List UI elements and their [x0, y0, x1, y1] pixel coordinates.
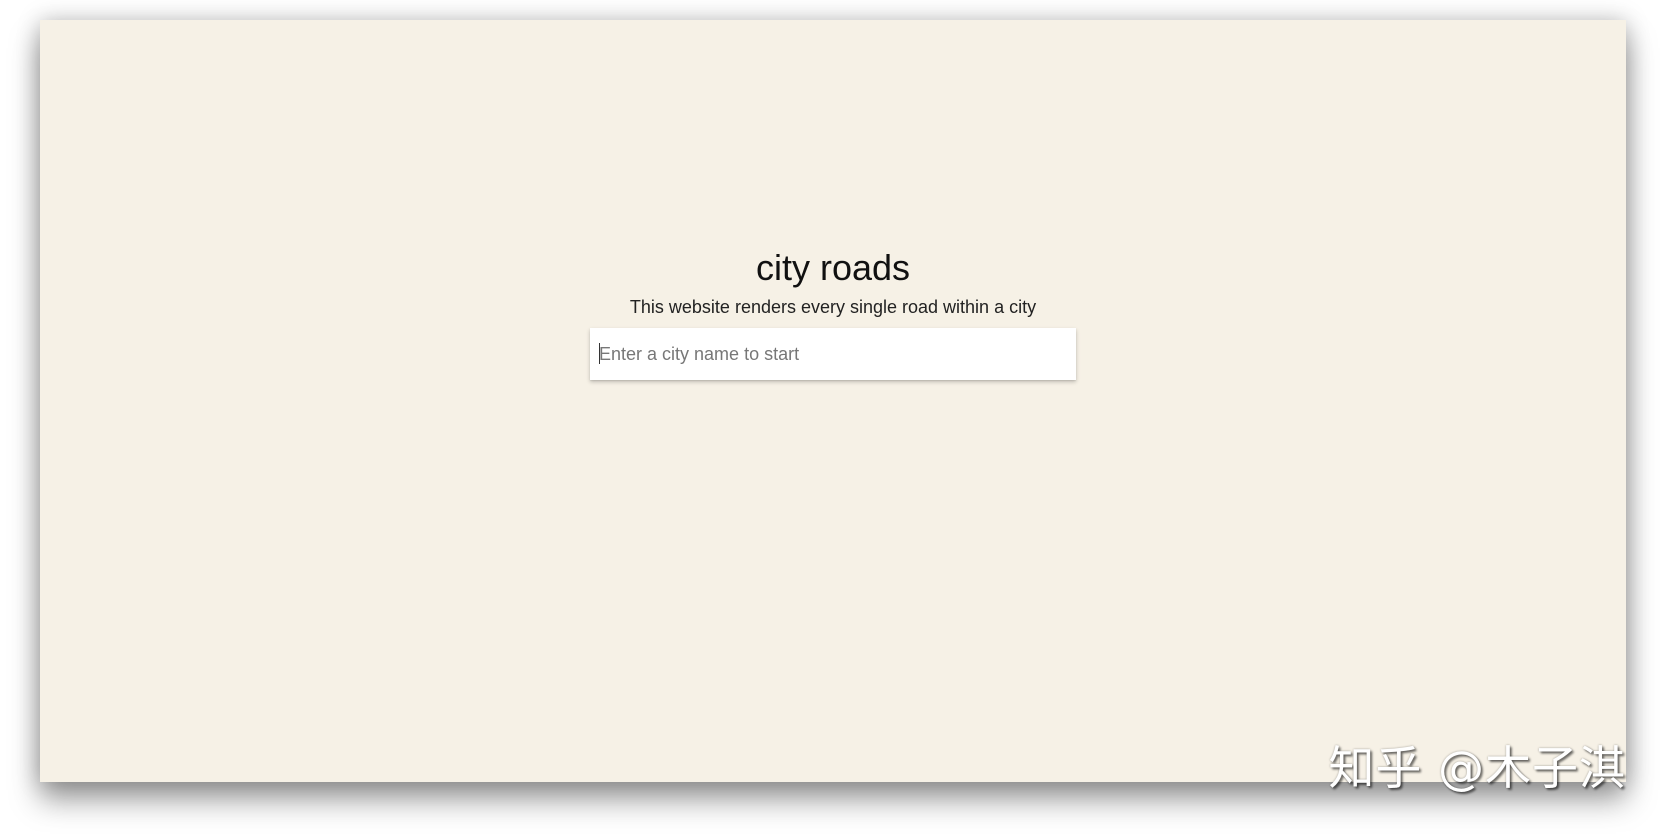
city-search-input[interactable] [590, 328, 1076, 380]
page-subtitle: This website renders every single road w… [629, 297, 1037, 317]
search-box[interactable] [590, 328, 1076, 380]
text-caret [599, 343, 600, 364]
page-title: city roads [755, 247, 911, 288]
watermark: 知乎 @木子淇 [1328, 741, 1626, 795]
landing-content: city roads This website renders every si… [40, 246, 1626, 380]
app-window: city roads This website renders every si… [40, 20, 1626, 782]
